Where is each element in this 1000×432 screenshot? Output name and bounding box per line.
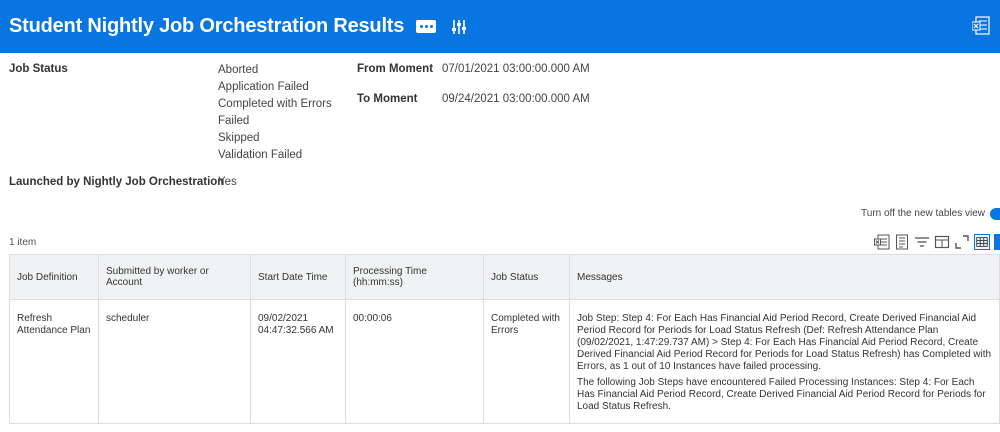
fullscreen-icon[interactable]	[954, 234, 970, 250]
job-status-label: Job Status	[9, 63, 68, 75]
job-status-values: Aborted Application Failed Completed wit…	[218, 62, 332, 164]
job-status-cell: Completed with Errors	[483, 299, 570, 424]
launched-label: Launched by Nightly Job Orchestration	[9, 176, 225, 188]
message-text: Job Step: Step 4: For Each Has Financial…	[577, 313, 992, 372]
job-status-value: Validation Failed	[218, 149, 303, 161]
message-text: The following Job Steps have encountered…	[577, 377, 986, 412]
tables-view-toggle[interactable]	[990, 208, 1000, 220]
table-header-row: Job Definition Submitted by worker or Ac…	[9, 254, 1000, 300]
grid-toolbar	[874, 233, 1000, 251]
column-header[interactable]: Messages	[569, 254, 1000, 300]
column-header[interactable]: Job Status	[483, 254, 570, 300]
job-status-value: Aborted	[218, 64, 259, 76]
table-view-icon[interactable]	[974, 234, 990, 250]
to-moment-label: To Moment	[357, 93, 418, 105]
from-moment-label: From Moment	[357, 63, 434, 75]
job-status-value: Skipped	[218, 132, 260, 144]
item-count: 1 item	[9, 237, 37, 248]
job-status-value: Failed	[218, 115, 250, 127]
column-header[interactable]: Job Definition	[9, 254, 99, 300]
job-definition-cell[interactable]: Refresh Attendance Plan	[9, 299, 99, 424]
column-header[interactable]: Processing Time (hh:mm:ss)	[345, 254, 484, 300]
results-table: Job Definition Submitted by worker or Ac…	[9, 254, 1000, 424]
column-header[interactable]: Start Date Time	[250, 254, 346, 300]
to-moment-value: 09/24/2021 03:00:00.000 AM	[442, 93, 590, 105]
column-header[interactable]: Submitted by worker or Account	[98, 254, 251, 300]
export-to-excel-icon[interactable]	[972, 16, 990, 36]
export-to-excel-icon[interactable]	[874, 234, 890, 250]
job-status-value: Completed with Errors	[218, 98, 332, 110]
page-header: Student Nightly Job Orchestration Result…	[0, 0, 1000, 53]
tune-icon[interactable]	[450, 18, 468, 36]
table-row: Refresh Attendance Plan scheduler 09/02/…	[9, 299, 1000, 424]
from-moment-value: 07/01/2021 03:00:00.000 AM	[442, 63, 590, 75]
job-status-value: Application Failed	[218, 81, 309, 93]
submitted-by-cell[interactable]: scheduler	[98, 299, 251, 424]
launched-value: Yes	[218, 176, 237, 188]
more-icon[interactable]	[416, 20, 437, 33]
processing-time-cell: 00:00:06	[345, 299, 484, 424]
export-to-pdf-icon[interactable]	[894, 234, 910, 250]
column-layout-icon[interactable]	[934, 234, 950, 250]
messages-cell: Job Step: Step 4: For Each Has Financial…	[569, 299, 1000, 424]
tables-view-toggle-label: Turn off the new tables view	[861, 208, 985, 219]
page-title: Student Nightly Job Orchestration Result…	[9, 15, 405, 37]
start-date-time-cell: 09/02/2021 04:47:32.566 AM	[250, 299, 346, 424]
filter-icon[interactable]	[914, 234, 930, 250]
tile-view-icon[interactable]	[994, 234, 1000, 250]
